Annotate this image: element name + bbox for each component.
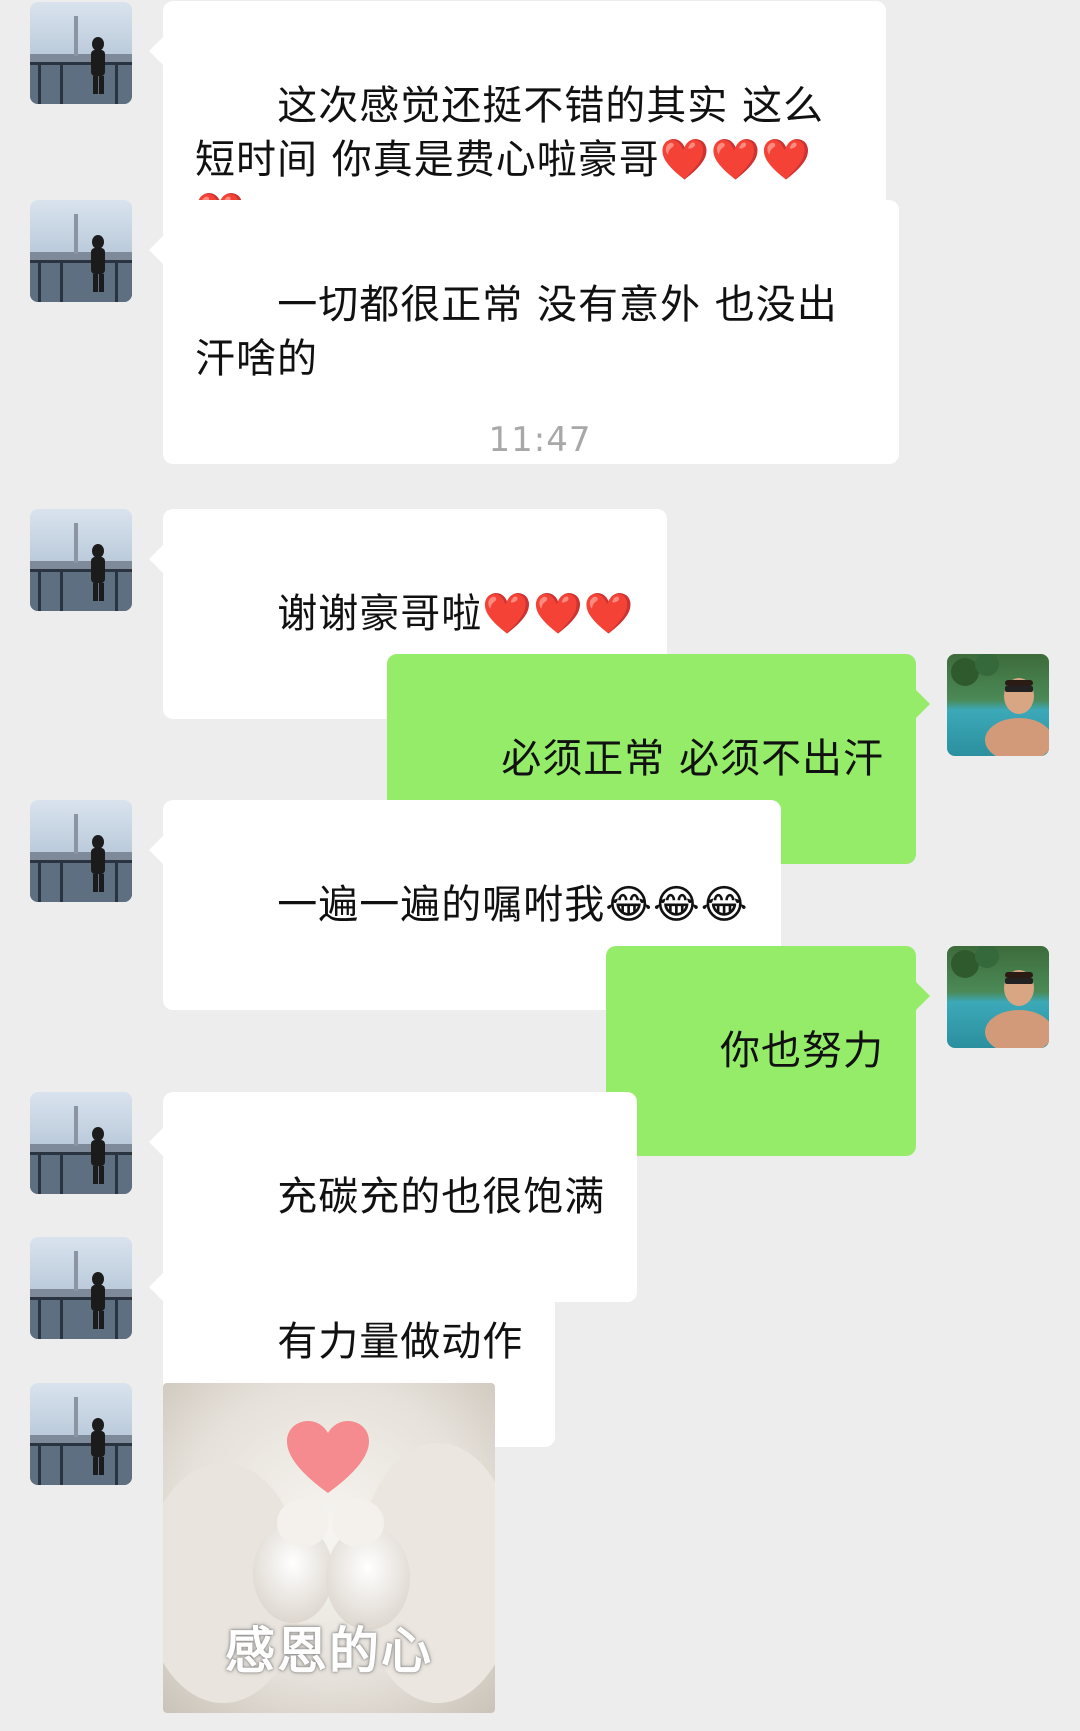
user-avatar[interactable] <box>947 654 1049 756</box>
sticker-caption: 感恩的心 <box>225 1622 433 1680</box>
contact-avatar-image <box>30 509 132 611</box>
contact-avatar[interactable] <box>30 200 132 302</box>
message-text: 必须正常 必须不出汗 <box>501 736 884 782</box>
contact-avatar-image <box>30 1092 132 1194</box>
message-text: 一切都很正常 没有意外 也没出汗啥的 <box>195 282 838 382</box>
contact-avatar[interactable] <box>30 800 132 902</box>
message-bubble[interactable]: 你也努力 <box>605 946 931 1156</box>
contact-avatar[interactable] <box>30 509 132 611</box>
contact-avatar-image <box>30 1237 132 1339</box>
user-avatar[interactable] <box>947 946 1049 1048</box>
contact-avatar[interactable] <box>30 2 132 104</box>
contact-avatar[interactable] <box>30 1237 132 1339</box>
contact-avatar-image <box>30 1383 132 1485</box>
contact-avatar[interactable] <box>30 1383 132 1485</box>
contact-avatar[interactable] <box>30 1092 132 1194</box>
message-text: 有力量做动作 <box>277 1319 524 1365</box>
heart-icon <box>287 1421 369 1493</box>
sticker-message[interactable]: 感恩的心 <box>163 1383 495 1713</box>
message-timestamp: 11:47 <box>488 420 592 460</box>
message-text: 谢谢豪哥啦❤️❤️❤️ <box>277 591 635 637</box>
message-text: 充碳充的也很饱满 <box>277 1174 606 1220</box>
message-text: 一遍一遍的嘱咐我😂😂😂 <box>277 882 749 928</box>
contact-avatar-image <box>30 200 132 302</box>
user-avatar-image <box>947 946 1049 1048</box>
chat-window: 这次感觉还挺不错的其实 这么短时间 你真是费心啦豪哥❤️❤️❤️❤️ 一切都很正… <box>0 0 1080 1731</box>
contact-avatar-image <box>30 2 132 104</box>
contact-avatar-image <box>30 800 132 902</box>
message-text: 你也努力 <box>720 1028 884 1074</box>
user-avatar-image <box>947 654 1049 756</box>
